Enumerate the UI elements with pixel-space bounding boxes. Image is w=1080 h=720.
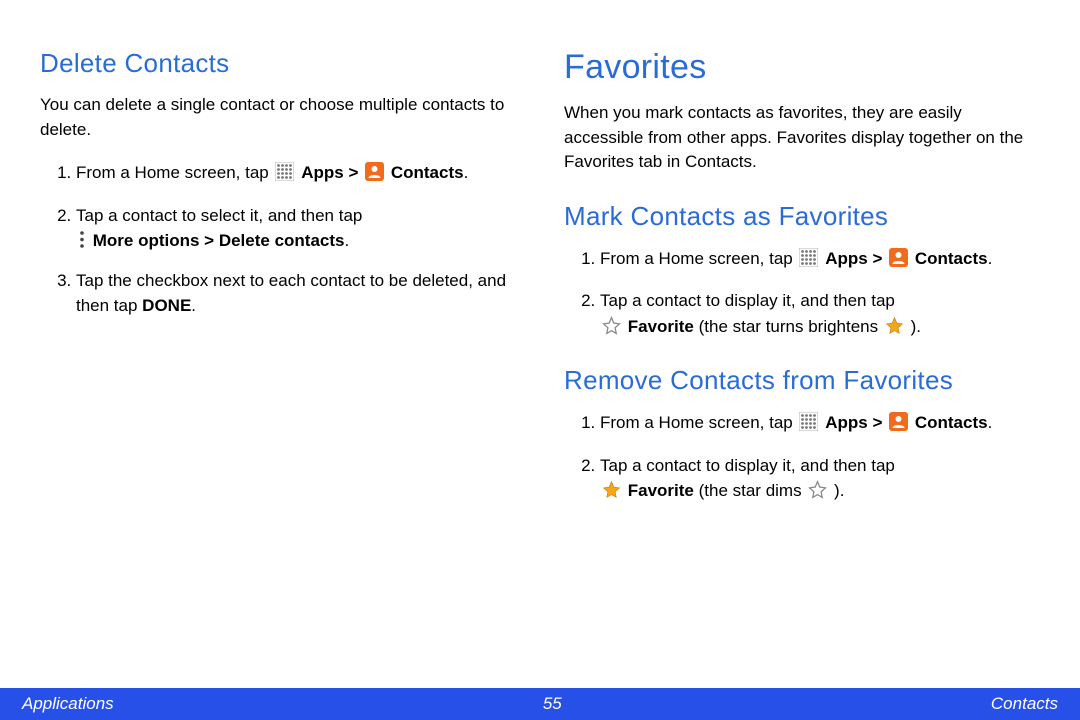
remove-steps: From a Home screen, tap Apps > Contacts.… <box>564 410 1040 504</box>
step-text: (the star dims <box>699 481 807 500</box>
period: . <box>988 413 993 432</box>
period: . <box>988 249 993 268</box>
period: . <box>464 163 469 182</box>
more-options-icon <box>78 230 86 249</box>
star-filled-icon <box>602 480 621 499</box>
step-text: Tap a contact to select it, and then tap <box>76 206 362 225</box>
list-item: From a Home screen, tap Apps > Contacts. <box>600 410 1040 439</box>
step-text: Tap a contact to display it, and then ta… <box>600 291 895 310</box>
contacts-icon <box>365 162 384 189</box>
footer-right: Contacts <box>991 694 1058 714</box>
favorites-heading: Favorites <box>564 48 1040 87</box>
list-item: Tap a contact to display it, and then ta… <box>600 453 1040 504</box>
step-text: From a Home screen, tap <box>600 249 797 268</box>
delete-steps: From a Home screen, tap Apps > Contacts.… <box>40 160 516 319</box>
period: . <box>344 231 349 250</box>
mark-steps: From a Home screen, tap Apps > Contacts.… <box>564 246 1040 340</box>
star-outline-icon <box>808 480 827 499</box>
delete-contacts-heading: Delete Contacts <box>40 48 516 79</box>
favorite-label: Favorite <box>628 481 694 500</box>
done-label: DONE <box>142 296 191 315</box>
apps-label: Apps > <box>301 163 363 182</box>
footer-left: Applications <box>22 694 114 714</box>
apps-grid-icon <box>799 412 818 431</box>
list-item: Tap a contact to select it, and then tap… <box>76 203 516 254</box>
favorite-label: Favorite <box>628 317 694 336</box>
apps-grid-icon <box>799 248 818 267</box>
list-item: Tap the checkbox next to each contact to… <box>76 268 516 319</box>
apps-label: Apps > <box>825 249 887 268</box>
star-filled-icon <box>885 316 904 335</box>
apps-grid-icon <box>275 162 294 181</box>
list-item: From a Home screen, tap Apps > Contacts. <box>600 246 1040 275</box>
footer-page-number: 55 <box>543 694 562 714</box>
page-footer: Applications 55 Contacts <box>0 688 1080 720</box>
contacts-label: Contacts <box>391 163 464 182</box>
step-text: From a Home screen, tap <box>76 163 273 182</box>
contacts-icon <box>889 248 908 275</box>
step-text: ). <box>834 481 844 500</box>
list-item: Tap a contact to display it, and then ta… <box>600 288 1040 339</box>
contacts-label: Contacts <box>915 249 988 268</box>
favorites-intro: When you mark contacts as favorites, the… <box>564 101 1040 175</box>
step-text: From a Home screen, tap <box>600 413 797 432</box>
step-text: (the star turns brightens <box>699 317 883 336</box>
star-outline-icon <box>602 316 621 335</box>
step-text: Tap the checkbox next to each contact to… <box>76 271 506 316</box>
period: . <box>191 296 196 315</box>
remove-favorites-heading: Remove Contacts from Favorites <box>564 365 1040 396</box>
step-text: ). <box>911 317 921 336</box>
apps-label: Apps > <box>825 413 887 432</box>
contacts-icon <box>889 412 908 439</box>
list-item: From a Home screen, tap Apps > Contacts. <box>76 160 516 189</box>
more-options-label: More options > Delete contacts <box>93 231 345 250</box>
mark-favorites-heading: Mark Contacts as Favorites <box>564 201 1040 232</box>
contacts-label: Contacts <box>915 413 988 432</box>
delete-intro: You can delete a single contact or choos… <box>40 93 516 142</box>
step-text: Tap a contact to display it, and then ta… <box>600 456 895 475</box>
